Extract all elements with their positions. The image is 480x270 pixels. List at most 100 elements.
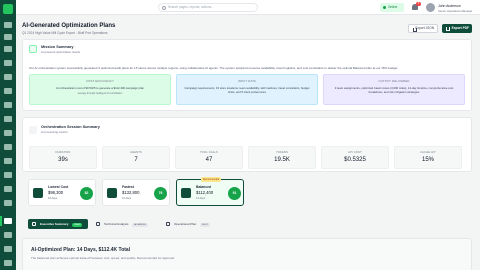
chart-icon[interactable] (4, 46, 12, 52)
summary-icon (32, 222, 36, 226)
plan-summary-title: AI-Optimized Plan: 14 Days, $112.4K Tota… (31, 247, 131, 253)
orchestration-summary-card: Orchestration Session Summary AI process… (22, 117, 472, 172)
plan-score: 91 (228, 187, 241, 200)
download-icon (413, 27, 417, 32)
plan-summary-panel: AI-Optimized Plan: 14 Days, $112.4K Tota… (22, 238, 472, 270)
plan-duration: 10 days (122, 197, 132, 200)
stat-label: DURATION (55, 151, 71, 154)
stat-label: CACHE HIT (420, 151, 436, 154)
status-badge: Online (380, 3, 404, 12)
plan-name: Fastest (122, 185, 134, 189)
tab-label: Executive Summary (40, 222, 69, 226)
cost-efficiency-box: COST EFFICIENCY AI orchestration cost of… (29, 74, 171, 105)
plan-cost: $98,300 (48, 190, 64, 195)
export-pdf-button[interactable]: Export PDF (442, 24, 472, 33)
app-logo[interactable] (3, 4, 13, 14)
stat-value: 7 (134, 157, 138, 163)
home-icon[interactable] (4, 22, 12, 28)
output-delivered-box: OUTPUT DELIVERED 3 team assignments, opt… (323, 74, 465, 105)
user-role: Senior Operations Manager (438, 8, 473, 13)
page-subtitle: Q1 2024 High Value Mill Cycle Export - B… (22, 31, 108, 35)
stat-label: TOOL CALLS (200, 151, 218, 154)
report-icon[interactable] (4, 102, 12, 108)
store-icon[interactable] (4, 74, 12, 80)
stat-tool-calls: TOOL CALLS 47 (175, 146, 243, 169)
ai-plans-icon[interactable] (0, 216, 12, 226)
tab-tag: BUILT (200, 223, 211, 227)
route-icon[interactable] (4, 144, 12, 150)
search-input[interactable]: Search pages, reports, actions... (158, 3, 258, 12)
clipboard-icon (166, 222, 170, 226)
tab-label: Operational Plan (174, 222, 197, 226)
search-placeholder: Search pages, reports, actions... (168, 5, 214, 9)
orchestration-subtitle: AI processing metrics (41, 130, 68, 134)
stat-duration: DURATION 39s (29, 146, 97, 169)
plan-cost: $112,400 (196, 190, 214, 195)
box-heading: OUTPUT DELIVERED (378, 79, 410, 83)
mission-summary-card: Mission Summary AI-powered optimization … (22, 39, 472, 111)
alert-icon[interactable] (4, 158, 12, 164)
recommended-badge: Recommended (201, 177, 222, 182)
users-icon[interactable] (4, 200, 12, 206)
analysis-icon (96, 222, 100, 226)
stat-tokens: TOKENS 19.5K (248, 146, 316, 169)
plan-score: 82 (80, 187, 93, 200)
stat-value: $0.5325 (344, 157, 366, 163)
box-heading: INPUT DATA (237, 79, 257, 83)
page-title: AI-Generated Optimization Plans (22, 23, 116, 29)
avatar[interactable] (426, 3, 435, 12)
tab-label: Technical Analysis (104, 222, 129, 226)
stat-value: 19.5K (274, 157, 290, 163)
map-icon[interactable] (4, 116, 12, 122)
history-icon[interactable] (4, 232, 12, 238)
wallet-icon (33, 188, 43, 198)
document-icon[interactable] (4, 130, 12, 136)
stat-value: 39s (58, 157, 68, 163)
plan-summary-text: The balanced plan achieves optimal trade… (31, 256, 175, 260)
stat-label: AGENTS (130, 151, 142, 154)
box-body: AI orchestration cost of $0.5325 to gene… (56, 86, 144, 90)
input-data-box: INPUT DATA Campaign requirements, 15 sto… (176, 74, 318, 105)
settings-icon[interactable] (4, 172, 12, 178)
tab-operational-plan[interactable]: Operational Plan BUILT (162, 219, 218, 229)
plan-card-fastest[interactable]: Fastest $132,800 10 days 76 (102, 179, 170, 206)
box-body: Campaign requirements, 15 store location… (184, 86, 310, 94)
team-icon[interactable] (4, 88, 12, 94)
plan-score: 76 (154, 187, 167, 200)
location-icon[interactable] (4, 186, 12, 192)
box-footer: average through intelligent AI coordinat… (77, 92, 123, 95)
status-dot-icon (383, 6, 386, 9)
mission-title: Mission Summary (41, 45, 74, 49)
search-icon (162, 5, 166, 10)
logout-icon[interactable] (4, 260, 12, 266)
plan-name: Balanced (196, 185, 212, 189)
status-label: Online (388, 5, 398, 9)
tab-technical-analysis[interactable]: Technical Analysis ADVANCED (92, 219, 158, 229)
tab-executive-summary[interactable]: Executive Summary READ (28, 219, 88, 229)
stat-value: 47 (205, 157, 213, 163)
export-json-button[interactable]: Export JSON (408, 24, 438, 33)
plan-name: Lowest Cost (48, 185, 69, 189)
top-bar: Search pages, reports, actions... Online… (16, 0, 480, 15)
stat-agents: AGENTS 7 (102, 146, 170, 169)
mission-subtitle: AI-powered optimization results (41, 50, 81, 54)
plan-cost: $132,800 (122, 190, 140, 195)
help-icon[interactable] (4, 246, 12, 252)
box-heading: COST EFFICIENCY (85, 79, 115, 83)
user-name[interactable]: John Anderson (438, 4, 461, 8)
export-pdf-label: Export PDF (451, 26, 469, 30)
calendar-icon[interactable] (4, 60, 12, 66)
activity-icon (29, 126, 37, 134)
stat-cache-hit: CACHE HIT 15% (394, 146, 462, 169)
target-icon (29, 45, 37, 53)
plan-duration: 14 days (196, 197, 206, 200)
download-icon (446, 26, 450, 31)
mission-description: Our AI orchestration system successfully… (29, 66, 399, 70)
stat-value: 15% (421, 157, 434, 163)
plan-card-balanced[interactable]: Recommended Balanced $112,400 14 days 91 (176, 177, 244, 206)
stat-api-cost: API COST $0.5325 (321, 146, 389, 169)
plan-card-lowest-cost[interactable]: Lowest Cost $98,300 18 days 82 (28, 179, 96, 206)
dashboard-icon[interactable] (4, 34, 12, 40)
stat-label: API COST (348, 151, 362, 154)
plan-duration: 18 days (48, 197, 58, 200)
